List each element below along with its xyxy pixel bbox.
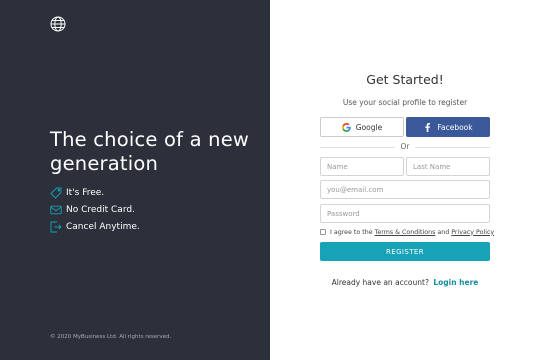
feature-item: No Credit Card. bbox=[50, 203, 135, 217]
terms-link[interactable]: Terms & Conditions bbox=[375, 229, 436, 236]
agree-text: I agree to the bbox=[330, 228, 373, 236]
password-field[interactable] bbox=[320, 204, 490, 223]
register-button[interactable]: REGISTER bbox=[320, 242, 490, 261]
form-title: Get Started! bbox=[366, 72, 444, 87]
feature-label: It's Free. bbox=[66, 188, 105, 198]
register-panel: Get Started! Use your social profile to … bbox=[270, 0, 540, 360]
card-icon bbox=[50, 205, 62, 215]
exit-icon bbox=[50, 221, 62, 233]
form-subtitle: Use your social profile to register bbox=[342, 98, 468, 107]
facebook-label: Facebook bbox=[437, 122, 473, 132]
brand-panel: The choice of a new generation It's Free… bbox=[0, 0, 270, 360]
copyright: © 2020 MyBusiness Ltd. All rights reserv… bbox=[50, 334, 172, 340]
facebook-button[interactable]: Facebook bbox=[406, 117, 490, 137]
google-label: Google bbox=[355, 122, 383, 132]
google-icon bbox=[341, 122, 351, 132]
last-name-field[interactable] bbox=[406, 157, 490, 176]
headline: The choice of a new generation bbox=[50, 128, 250, 175]
or-label: Or bbox=[400, 142, 410, 151]
divider bbox=[415, 147, 490, 148]
tag-icon bbox=[50, 187, 62, 199]
login-link[interactable]: Login here bbox=[433, 278, 478, 287]
google-button[interactable]: Google bbox=[320, 117, 404, 137]
globe-icon bbox=[50, 16, 66, 32]
agree-checkbox[interactable] bbox=[320, 229, 326, 235]
feature-label: Cancel Anytime. bbox=[66, 222, 140, 232]
feature-item: It's Free. bbox=[50, 186, 104, 200]
login-prompt: Already have an account? Login here bbox=[270, 278, 540, 287]
terms-agreement: I agree to the Terms & Conditions and Pr… bbox=[320, 227, 496, 237]
facebook-icon bbox=[425, 122, 431, 132]
first-name-field[interactable] bbox=[320, 157, 404, 176]
email-field[interactable] bbox=[320, 180, 490, 199]
already-text: Already have an account? bbox=[331, 278, 429, 287]
feature-item: Cancel Anytime. bbox=[50, 220, 140, 234]
privacy-link[interactable]: Privacy Policy bbox=[451, 229, 494, 236]
feature-label: No Credit Card. bbox=[66, 205, 135, 215]
agree-and: and bbox=[437, 228, 450, 236]
